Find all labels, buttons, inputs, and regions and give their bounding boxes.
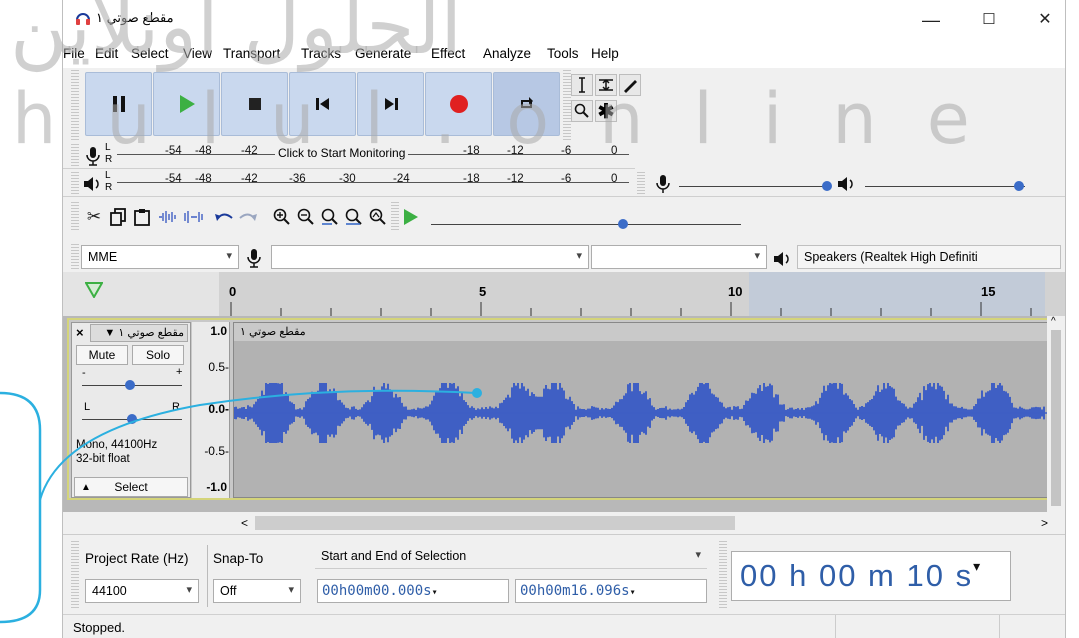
annotation-bracket [0, 391, 42, 624]
annotation-dot [472, 388, 482, 398]
annotation-connector [39, 389, 477, 501]
annotation-overlay [0, 388, 482, 624]
screenshot-stage: مقطع صوتي ١ — ☐ ✕ File Edit Select View … [0, 0, 1079, 638]
